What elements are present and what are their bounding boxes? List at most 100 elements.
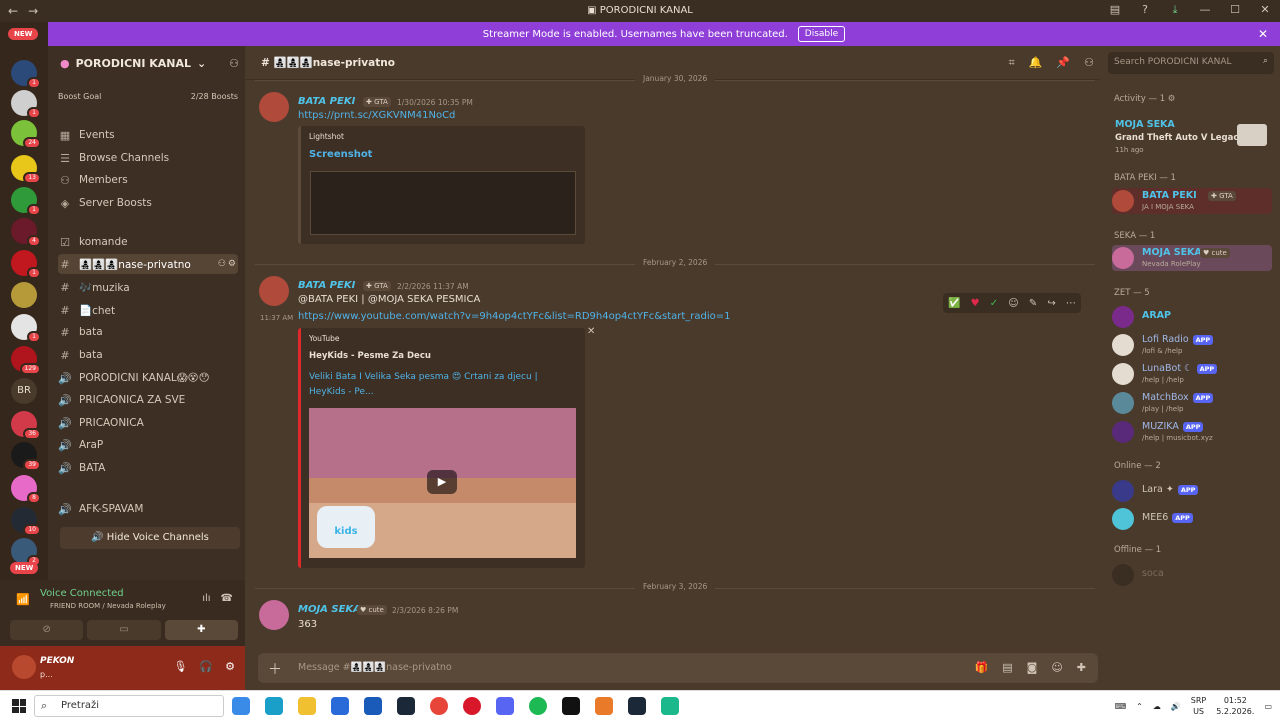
server-icon[interactable]: 24 <box>11 120 41 149</box>
member-item[interactable]: ARAP <box>1112 304 1272 330</box>
noise-suppression-icon[interactable]: ılı <box>202 593 210 604</box>
threads-icon[interactable]: ⌗ <box>1009 56 1015 70</box>
boost-goal[interactable]: Boost Goal 2/28 Boosts <box>58 92 238 106</box>
server-icon[interactable]: BR <box>11 378 37 404</box>
embed-title[interactable]: Veliki Bata I Velika Seka pesma 😍 Crtani… <box>309 370 554 400</box>
tiktok-icon[interactable] <box>562 697 580 715</box>
member-list-icon[interactable]: ⚇ <box>1084 56 1094 70</box>
windows-start-icon[interactable] <box>12 699 26 713</box>
outlook-icon[interactable] <box>364 697 382 715</box>
message-link[interactable]: https://prnt.sc/XGKVNM41NoCd <box>298 110 455 121</box>
server-icon[interactable]: 1 <box>11 60 41 89</box>
disable-button[interactable]: Disable <box>797 26 846 42</box>
message-composer[interactable]: ＋ Message #👩‍👧‍👦👩‍👧‍👦👩‍👧‍👦nase-privatno … <box>258 653 1098 683</box>
headphones-icon[interactable]: 🎧 <box>199 660 213 673</box>
bell-icon[interactable]: 🔔 <box>1029 56 1043 70</box>
pin-icon[interactable]: 📌 <box>1056 56 1070 70</box>
attach-plus-icon[interactable]: ＋ <box>268 659 282 679</box>
member-item[interactable]: LunaBot ☾ APP /help | /help <box>1112 361 1272 387</box>
menu-item-members[interactable]: ⚇ Members <box>58 170 238 190</box>
server-icon[interactable]: 2 <box>11 538 41 567</box>
volume-icon[interactable]: 🔊 <box>1171 702 1181 711</box>
voice-channel-afk-spavam[interactable]: 🔊 AFK-SPAVAM <box>58 499 238 519</box>
taskbar-search[interactable]: ⌕ Pretraži <box>34 695 224 717</box>
download-icon[interactable]: ⤓ <box>1168 3 1182 17</box>
chrome-icon[interactable] <box>430 697 448 715</box>
app-icon-2[interactable] <box>661 697 679 715</box>
menu-item-events[interactable]: ▦ Events <box>58 125 238 145</box>
embed-screenshot-image[interactable] <box>310 171 576 235</box>
add-reaction-icon[interactable]: ☺ <box>1008 298 1018 309</box>
camera-off-button[interactable]: ⊘ <box>10 620 84 640</box>
edit-icon[interactable]: ✎ <box>1029 298 1037 309</box>
banner-close-icon[interactable]: ✕ <box>1258 27 1268 41</box>
server-icon[interactable]: 1 <box>11 314 41 343</box>
avatar[interactable] <box>12 655 36 679</box>
store-icon[interactable] <box>331 697 349 715</box>
voice-channel-path[interactable]: FRIEND ROOM / Nevada Roleplay <box>50 602 166 610</box>
inbox-icon[interactable]: ▤ <box>1108 3 1122 17</box>
voice-status[interactable]: Voice Connected <box>40 588 124 599</box>
channel-bata[interactable]: # bata <box>58 322 238 342</box>
member-item[interactable]: MatchBox APP /play | /help <box>1112 390 1272 416</box>
member-item[interactable]: Lara ✦ APP <box>1112 478 1272 504</box>
menu-item-browse-channels[interactable]: ☰ Browse Channels <box>58 148 238 168</box>
channel-nase-privatno[interactable]: # 👩‍👧‍👦👩‍👧‍👦👩‍👧‍👦nase-privatno ⚇⚙ <box>58 254 238 274</box>
maximize-icon[interactable]: ☐ <box>1228 3 1242 17</box>
hide-voice-channels-button[interactable]: 🔊 Hide Voice Channels <box>60 527 240 549</box>
guild-header[interactable]: ● PORODICNI KANAL ⌄ ⚇ <box>48 46 245 80</box>
voice-channel-porodicni-kanal[interactable]: 🔊 PORODICNI KANAL😱😵😯 <box>58 368 238 388</box>
activities-button[interactable]: ✚ <box>164 620 238 640</box>
menu-item-server-boosts[interactable]: ◈ Server Boosts <box>58 193 238 213</box>
server-icon[interactable]: 4 <box>11 218 41 247</box>
clock[interactable]: 01:52 5.2.2026. <box>1216 695 1254 717</box>
minimize-icon[interactable]: — <box>1198 3 1212 17</box>
sticker-icon[interactable]: ◙ <box>1027 661 1038 674</box>
forward-icon[interactable]: ↪ <box>1047 298 1055 309</box>
chevron-up-icon[interactable]: ⌃ <box>1136 702 1143 711</box>
server-icon[interactable]: 1 <box>11 250 41 279</box>
file-explorer-icon[interactable] <box>298 697 316 715</box>
disconnect-icon[interactable]: ☎ <box>221 593 233 604</box>
edge-icon[interactable] <box>265 697 283 715</box>
channel-bata-2[interactable]: # bata <box>58 345 238 365</box>
close-window-icon[interactable]: ✕ <box>1258 3 1272 17</box>
member-item[interactable]: soca <box>1112 562 1272 588</box>
channel-settings-icon[interactable]: ⚇⚙ <box>218 259 238 269</box>
message-link[interactable]: https://www.youtube.com/watch?v=9h4op4ct… <box>298 311 731 322</box>
embed-title[interactable]: Screenshot <box>309 149 372 160</box>
member-item[interactable]: Lofi Radio APP /lofi & /help <box>1112 332 1272 358</box>
language-indicator[interactable]: SRP US <box>1191 695 1206 717</box>
server-icon[interactable]: 36 <box>11 411 41 440</box>
keyboard-icon[interactable]: ⌨ <box>1115 702 1127 711</box>
checkmark-reaction-icon[interactable]: ✓ <box>990 298 998 309</box>
member-item[interactable]: BATA PEKI ✚ GTA JA I MOJA SEKA <box>1112 188 1272 214</box>
channel-chet[interactable]: # 📄chet <box>58 300 238 320</box>
avatar[interactable] <box>259 600 289 630</box>
voice-channel-pricaonica-za-sve[interactable]: 🔊 PRICAONICA ZA SVE <box>58 390 238 410</box>
server-icon[interactable]: 1 <box>11 187 41 216</box>
server-icon[interactable]: 39 <box>11 442 41 471</box>
server-icon[interactable]: 13 <box>11 155 41 184</box>
notifications-icon[interactable]: ▭ <box>1264 702 1272 711</box>
voice-channel-arap[interactable]: 🔊 AraP <box>58 435 238 455</box>
apps-icon[interactable]: ✚ <box>1077 661 1086 674</box>
channel-muzika[interactable]: # 🎶muzika <box>58 277 238 297</box>
channel-komande[interactable]: ☑ komande <box>58 232 238 252</box>
help-icon[interactable]: ? <box>1138 3 1152 17</box>
remove-embed-icon[interactable]: ✕ <box>587 326 595 337</box>
search-input[interactable]: Search PORODICNI KANAL ⌕ <box>1108 52 1274 74</box>
member-item[interactable]: MOJA SEKA ♥ cute Nevada RolePlay <box>1112 245 1272 271</box>
server-icon[interactable]: 1 <box>11 90 41 119</box>
screen-share-button[interactable]: ▭ <box>87 620 161 640</box>
opera-icon[interactable] <box>463 697 481 715</box>
gift-icon[interactable]: 🎁 <box>975 661 989 674</box>
message-author[interactable]: BATA PEKI <box>298 280 355 291</box>
play-icon[interactable]: ▶ <box>427 470 457 494</box>
server-icon[interactable]: 10 <box>11 507 41 536</box>
copilot-icon[interactable] <box>232 697 250 715</box>
microphone-icon[interactable]: 🎙 <box>173 660 187 673</box>
voice-channel-bata[interactable]: 🔊 BATA <box>58 458 238 478</box>
member-item[interactable]: MUZIKA APP /help | musicbot.xyz <box>1112 419 1272 445</box>
message-author[interactable]: BATA PEKI <box>298 96 355 107</box>
